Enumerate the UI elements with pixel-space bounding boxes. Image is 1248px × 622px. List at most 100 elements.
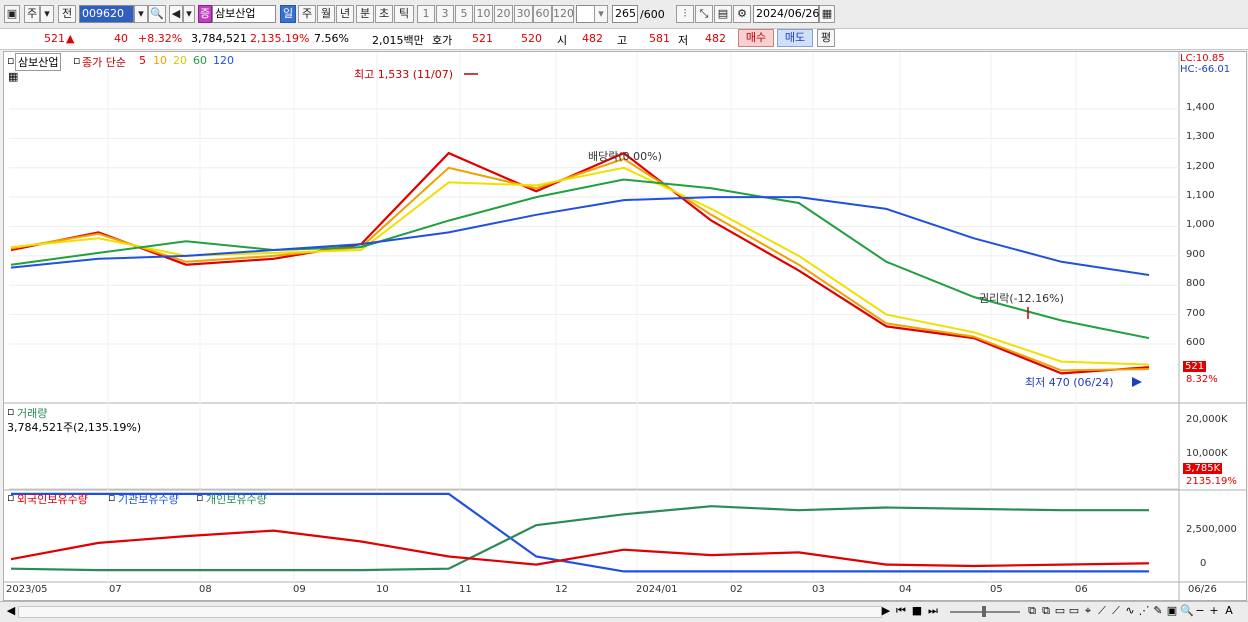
change-percent: +8.32% [138,32,183,45]
open-price: 482 [582,32,603,45]
volume-pct-tag: 2135.19% [1186,476,1237,487]
calendar-icon[interactable]: ▦ [819,5,835,23]
candle-type-icon[interactable]: ⫶ [676,5,694,23]
turnover-percent: 7.56% [314,32,349,45]
wave-icon[interactable]: ∿ [1124,603,1136,619]
chevron-down-icon[interactable]: ▾ [40,5,54,23]
sell-button[interactable]: 매도 [777,29,813,47]
gear-icon[interactable]: ⚙ [733,5,751,23]
price-tick: 1,400 [1186,102,1215,113]
speaker-dropdown-icon[interactable]: ▾ [183,5,195,23]
tab-day[interactable]: 일 [280,5,296,23]
tab-minute[interactable]: 분 [356,5,374,23]
rights-annotation: 권리락(-12.16%) [979,292,1064,305]
trendline-icon[interactable]: ⟋ [1110,603,1122,619]
minute-option-10[interactable]: 10 [474,5,493,23]
x-axis-label: 05 [990,584,1003,595]
tab-year[interactable]: 년 [336,5,354,23]
ma-120-label: 120 [213,54,234,67]
plus-icon[interactable]: + [1208,603,1220,619]
pencil-icon[interactable]: ✎ [1152,603,1164,619]
layout-icon[interactable]: ⧉ [1040,603,1052,619]
x-axis-label: 12 [555,584,568,595]
bid-price: 520 [521,32,542,45]
search-icon[interactable]: 🔍 [148,5,166,23]
minute-option-120[interactable]: 120 [552,5,574,23]
draw-tool-icon[interactable]: ⤡ [695,5,713,23]
minute-option-20[interactable]: 20 [494,5,513,23]
scroll-track[interactable] [18,606,882,618]
individual-holding-line [10,505,1149,572]
minute-option-60[interactable]: 60 [533,5,552,23]
x-axis-label: 2024/01 [636,584,678,595]
minute-option-3[interactable]: 3 [436,5,454,23]
institution-holding-legend: 기관보유수량 [118,493,179,506]
ma-menu-icon[interactable]: ▫ [73,54,80,67]
volume-tick: 10,000K [1186,448,1228,459]
crosshair-icon[interactable]: ⌖ [1082,603,1094,619]
stop-icon[interactable]: ■ [910,603,924,619]
price-tick: 700 [1186,308,1206,319]
rewind-icon[interactable]: ⏮ [894,603,908,619]
open-label: 시 [557,34,568,47]
minute-option-1[interactable]: 1 [417,5,435,23]
price-tick: 900 [1186,249,1206,260]
layout-icon[interactable]: ▭ [1054,603,1066,619]
minute-option-5[interactable]: 5 [455,5,473,23]
save-icon[interactable]: ▤ [714,5,732,23]
buy-button[interactable]: 매수 [738,29,774,47]
fibonacci-icon[interactable]: ⋰ [1138,603,1150,619]
window-icon[interactable]: ▣ [4,5,20,23]
ma-line-10 [10,157,1150,372]
x-axis-label: 06 [1075,584,1088,595]
high-price: 581 [649,32,670,45]
count-input[interactable]: 265 [612,5,638,23]
eval-button[interactable]: 평 [817,29,835,47]
toolbar: ▣ 주 ▾ 전 009620 ▾ 🔍 ◀ ▾ 증 삼보산업 일 주 월 년 분 … [0,0,1248,29]
scroll-left-icon[interactable]: ◀ [5,603,17,619]
low-arrow-icon [1132,377,1142,387]
stock-badge: 증 [198,5,212,23]
volume-menu-icon[interactable]: ▫ [7,405,14,418]
font-size-icon[interactable]: A [1222,603,1236,619]
ma-label: 종가 단순 [82,56,126,69]
scroll-bar[interactable]: ◀ ▶ ⏮ ■ ⏭ ⧉ ⧉ ▭ ▭ ⌖ ⟋ ⟋ ∿ ⋰ ✎ ▣ 🔍 − + A [0,601,1248,622]
scroll-right-icon[interactable]: ▶ [880,603,892,619]
tab-month[interactable]: 월 [317,5,335,23]
count-total: /600 [640,8,665,21]
tab-week[interactable]: 주 [298,5,316,23]
minus-icon[interactable]: − [1194,603,1206,619]
volume-tag: 3,785K [1183,463,1223,474]
forward-icon[interactable]: ⏭ [926,603,940,619]
volume-value: 3,784,521 [191,32,247,45]
foreign-holding-line [10,529,1150,568]
zoom-icon[interactable]: 🔍 [1180,603,1194,619]
stock-name-field[interactable]: 삼보산업 [212,5,276,23]
tab-second[interactable]: 초 [375,5,393,23]
stock-chart-svg[interactable] [4,52,1246,600]
layout-icon[interactable]: ▭ [1068,603,1080,619]
hc-label: HC:-66.01 [1180,64,1231,75]
x-axis-label: 02 [730,584,743,595]
zoom-slider-handle[interactable] [982,606,986,617]
holding-menu-icon[interactable]: ▫ [7,491,14,504]
layout-icon[interactable]: ⧉ [1026,603,1038,619]
interval-dropdown-icon[interactable]: ▾ [594,5,608,23]
stock-label[interactable]: 삼보산업 [15,53,62,71]
code-dropdown-icon[interactable]: ▾ [134,5,148,23]
panel-menu-icon[interactable]: ▫ [7,54,14,67]
volume-value-label: 3,784,521주(2,135.19%) [7,421,142,434]
tab-tick[interactable]: 틱 [394,5,414,23]
high-label: 고 [617,34,628,47]
minute-option-30[interactable]: 30 [514,5,533,23]
stock-code-input[interactable]: 009620 [79,5,134,23]
ma-20-label: 20 [173,54,187,67]
image-icon[interactable]: ▣ [1166,603,1178,619]
prev-button[interactable]: 전 [58,5,76,23]
period-select[interactable]: 주 [24,5,40,23]
speaker-icon[interactable]: ◀ [169,5,183,23]
table-icon[interactable]: ▦ [8,70,18,83]
chart-area[interactable] [3,51,1247,601]
trendline-icon[interactable]: ⟋ [1096,603,1108,619]
date-input[interactable]: 2024/06/26 [753,5,819,23]
